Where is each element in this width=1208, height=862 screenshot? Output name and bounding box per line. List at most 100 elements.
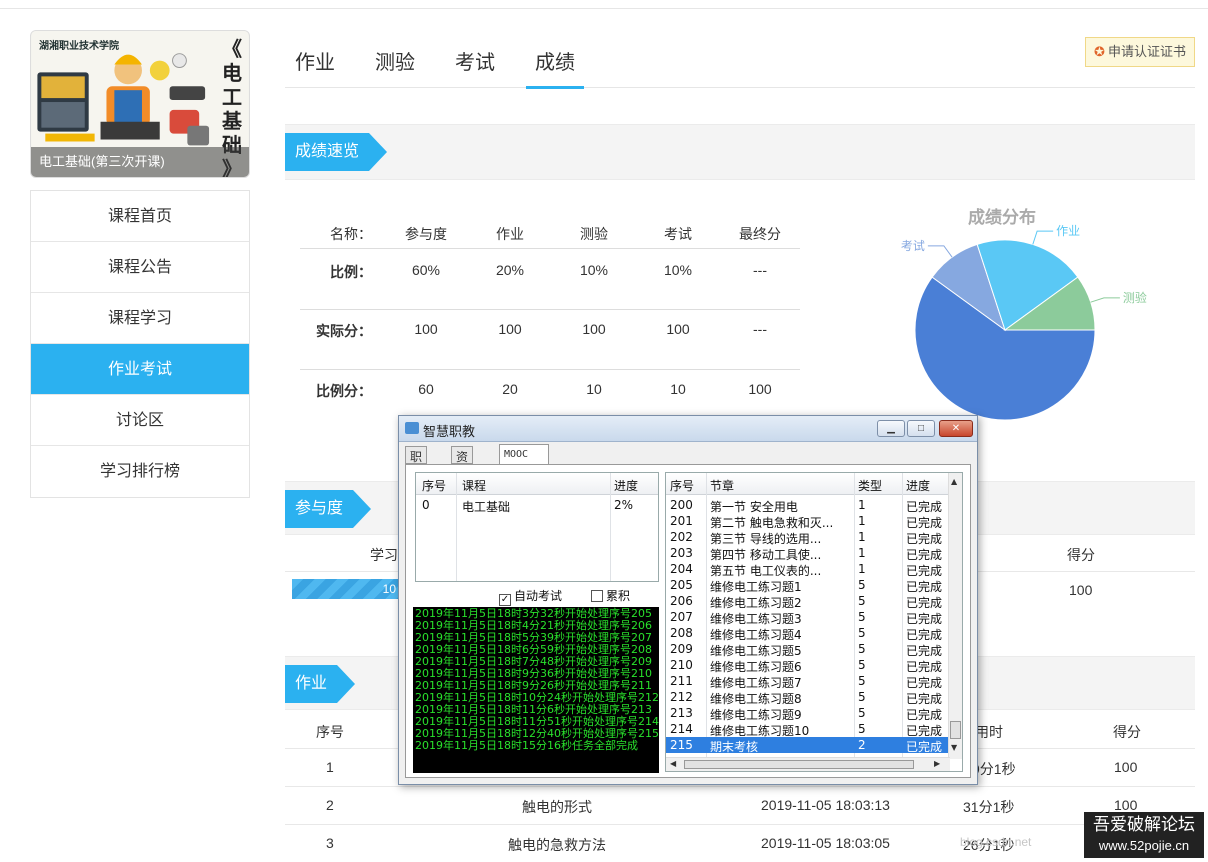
chapter-row[interactable]: 215 期末考核 2 已完成 xyxy=(666,737,950,754)
auto-exam-label: 自动考试 xyxy=(514,589,563,603)
chapter-cell-type: 5 xyxy=(858,690,866,704)
chapter-cell-no: 203 xyxy=(670,546,693,560)
chapter-cell-no: 200 xyxy=(670,498,693,512)
scroll-right-icon[interactable]: ▶ xyxy=(934,759,940,768)
chapter-row[interactable]: 200 第一节 安全用电 1 已完成 xyxy=(666,497,950,514)
table-row[interactable]: 2 触电的形式 2019-11-05 18:03:13 31分1秒 100 xyxy=(285,786,1195,824)
accumulate-label: 累积 xyxy=(606,589,631,603)
scroll-thumb[interactable] xyxy=(950,721,961,739)
tab-homework[interactable]: 作业 xyxy=(295,46,335,87)
participation-progress-bar: 10 xyxy=(292,579,412,599)
grade-pie-chart: 考试 作业测验 xyxy=(901,224,1147,421)
vertical-scrollbar[interactable]: ▲ ▼ xyxy=(948,473,962,759)
chapter-cell-type: 1 xyxy=(858,562,866,576)
chapter-row[interactable]: 202 第三节 导线的选用... 1 已完成 xyxy=(666,529,950,546)
chapter-grid-col[interactable]: 序号 xyxy=(670,477,694,494)
table-row[interactable]: 3 触电的急救方法 2019-11-05 18:03:05 26分1秒 xyxy=(285,824,1195,862)
chapter-cell-type: 1 xyxy=(858,498,866,512)
chapter-grid-col[interactable]: 节章 xyxy=(710,477,734,494)
score-cell: 10 xyxy=(586,381,602,397)
course-grid-cell[interactable]: 电工基础 xyxy=(462,498,510,515)
homework-no: 3 xyxy=(326,835,334,851)
auto-exam-checkbox[interactable]: ✓ 自动考试 xyxy=(499,587,562,606)
chapter-grid-col[interactable]: 类型 xyxy=(858,477,882,494)
score-divider xyxy=(300,248,800,249)
score-cell: --- xyxy=(753,321,767,337)
homework-col-time: 用时 xyxy=(975,724,1003,740)
chapter-row[interactable]: 203 第四节 移动工具使... 1 已完成 xyxy=(666,545,950,562)
course-grid-cell[interactable]: 0 xyxy=(422,498,430,512)
chapter-cell-type: 1 xyxy=(858,514,866,528)
score-cell: 100 xyxy=(748,381,772,397)
checkbox-box: ✓ xyxy=(499,594,511,606)
homework-score: 100 xyxy=(1114,797,1138,813)
chapter-row[interactable]: 206 维修电工练习题2 5 已完成 xyxy=(666,593,950,610)
accumulate-checkbox[interactable]: 累积 xyxy=(591,587,630,604)
sidebar-item-announcements[interactable]: 课程公告 xyxy=(31,242,249,293)
sidebar-item-ranking[interactable]: 学习排行榜 xyxy=(31,446,249,497)
section-overview-band: 成绩速览 xyxy=(285,124,1195,180)
score-col-header: 最终分 xyxy=(739,226,781,242)
minimize-button[interactable]: ▁ xyxy=(877,420,905,437)
hscroll-thumb[interactable] xyxy=(684,760,914,769)
sidebar-item-homework-exams[interactable]: 作业考试 xyxy=(31,344,249,395)
chapter-cell-no: 205 xyxy=(670,578,693,592)
tab-mooc[interactable]: MOOC xyxy=(499,444,549,465)
chapter-row[interactable]: 212 维修电工练习题8 5 已完成 xyxy=(666,689,950,706)
scroll-down-icon[interactable]: ▼ xyxy=(951,743,957,752)
maximize-button[interactable]: □ xyxy=(907,420,935,437)
score-col-header: 作业 xyxy=(496,226,524,242)
chapter-row[interactable]: 207 维修电工练习题3 5 已完成 xyxy=(666,609,950,626)
scroll-left-icon[interactable]: ◀ xyxy=(670,759,676,768)
sidebar-item-learning[interactable]: 课程学习 xyxy=(31,293,249,344)
chapter-grid-col[interactable]: 进度 xyxy=(906,477,930,494)
forum-watermark: 吾爱破解论坛 www.52pojie.cn xyxy=(1084,812,1204,858)
chapter-row[interactable]: 211 维修电工练习题7 5 已完成 xyxy=(666,673,950,690)
chapter-cell-type: 5 xyxy=(858,674,866,688)
tab-library[interactable]: 资料库 xyxy=(451,446,474,498)
sidebar-item-discussion[interactable]: 讨论区 xyxy=(31,395,249,446)
participation-col-learning: 学习 xyxy=(370,547,398,563)
course-grid-col[interactable]: 序号 xyxy=(422,477,446,494)
apply-certificate-button[interactable]: ✪ 申请认证证书 xyxy=(1085,37,1195,67)
log-output: 2019年11月5日18时3分32秒开始处理序号205 2019年11月5日18时… xyxy=(413,607,659,773)
chapter-row[interactable]: 208 维修电工练习题4 5 已完成 xyxy=(666,625,950,642)
tab-zhijiaoyun[interactable]: 职教云 xyxy=(405,446,428,498)
watermark-line1: 吾爱破解论坛 xyxy=(1093,815,1195,834)
chapter-cell-no: 213 xyxy=(670,706,693,720)
homework-col-score: 得分 xyxy=(1113,724,1141,740)
homework-no: 1 xyxy=(326,759,334,775)
chapter-cell-type: 5 xyxy=(858,626,866,640)
chapter-row[interactable]: 205 维修电工练习题1 5 已完成 xyxy=(666,577,950,594)
course-grid-cell[interactable]: 2% xyxy=(614,498,633,512)
chapter-cell-type: 5 xyxy=(858,594,866,608)
blog-watermark: blog.csdn.net xyxy=(960,835,1032,849)
close-button[interactable]: ✕ xyxy=(939,420,973,437)
chapter-cell-no: 204 xyxy=(670,562,693,576)
score-cell: 100 xyxy=(666,321,690,337)
window-titlebar[interactable]: 智慧职教 ▁ □ ✕ xyxy=(399,416,977,442)
pie-leader-line xyxy=(1090,297,1120,303)
chapter-row[interactable]: 213 维修电工练习题9 5 已完成 xyxy=(666,705,950,722)
chapter-row[interactable]: 214 维修电工练习题10 5 已完成 xyxy=(666,721,950,738)
tab-exam[interactable]: 考试 xyxy=(455,46,495,87)
sidebar-item-home[interactable]: 课程首页 xyxy=(31,191,249,242)
tab-grades[interactable]: 成绩 xyxy=(526,46,584,89)
section-homework-title: 作业 xyxy=(285,665,355,703)
chapter-row[interactable]: 204 第五节 电工仪表的... 1 已完成 xyxy=(666,561,950,578)
main-tabs: 作业 测验 考试 成绩 xyxy=(285,30,1195,89)
course-grid-col[interactable]: 进度 xyxy=(614,477,638,494)
scroll-up-icon[interactable]: ▲ xyxy=(951,477,957,486)
course-cover[interactable]: 湖湘职业技术学院 《 电 工 基 础 》 电工基础(第三次开课) xyxy=(30,30,250,178)
tab-quiz[interactable]: 测验 xyxy=(375,46,415,87)
chapter-cell-no: 209 xyxy=(670,642,693,656)
log-line: 2019年11月5日18时15分16秒任务全部完成 xyxy=(415,739,638,752)
chapter-row[interactable]: 209 维修电工练习题5 5 已完成 xyxy=(666,641,950,658)
chapter-row[interactable]: 210 维修电工练习题6 5 已完成 xyxy=(666,657,950,674)
score-divider xyxy=(300,309,800,310)
horizontal-scrollbar[interactable]: ◀ ▶ xyxy=(666,757,950,771)
pie-label: 测验 xyxy=(1123,290,1147,305)
chapter-row[interactable]: 201 第二节 触电急救和灭... 1 已完成 xyxy=(666,513,950,530)
course-grid-col[interactable]: 课程 xyxy=(462,477,486,494)
chapter-cell-no: 215 xyxy=(670,738,693,752)
